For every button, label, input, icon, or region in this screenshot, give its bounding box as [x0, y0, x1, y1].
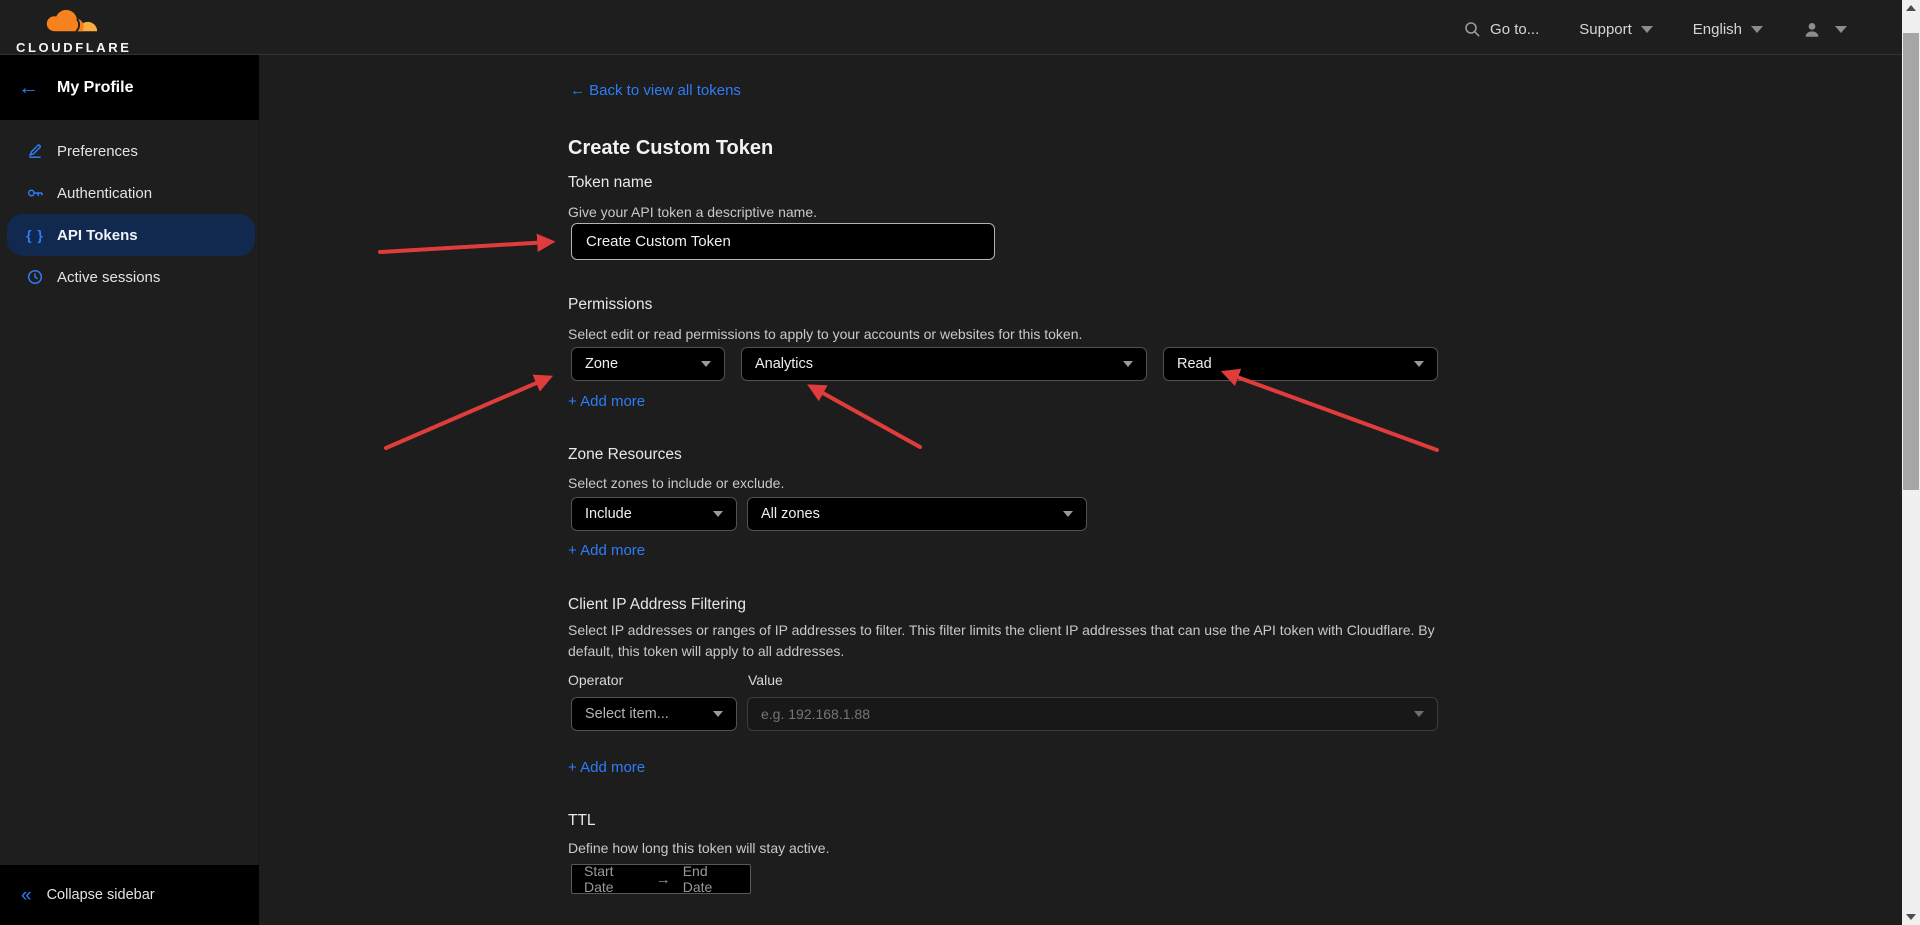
zone-resources-add-more-link[interactable]: + Add more — [568, 542, 645, 559]
zone-resources-description: Select zones to include or exclude. — [568, 473, 784, 494]
chevron-down-icon — [1414, 711, 1424, 717]
token-name-input[interactable] — [571, 223, 995, 260]
chevron-down-icon — [713, 711, 723, 717]
support-menu[interactable]: Support — [1579, 21, 1653, 38]
permission-access-select[interactable]: Read — [1163, 347, 1438, 381]
arrow-right-icon: → — [656, 871, 671, 888]
triangle-up-icon — [1906, 5, 1916, 11]
search-icon — [1464, 21, 1481, 38]
sidebar-item-preferences[interactable]: Preferences — [0, 130, 259, 172]
permission-group-select[interactable]: Analytics — [741, 347, 1147, 381]
start-date-label: Start Date — [584, 863, 644, 895]
scrollbar[interactable] — [1902, 0, 1920, 925]
ttl-description: Define how long this token will stay act… — [568, 838, 829, 859]
main-content: ← Back to view all tokens Create Custom … — [260, 56, 1902, 925]
ip-operator-select[interactable]: Select item... — [571, 697, 737, 731]
clock-icon — [26, 269, 44, 285]
cloudflare-cloud-icon — [39, 6, 103, 34]
permission-scope-select[interactable]: Zone — [571, 347, 725, 381]
sidebar-item-authentication[interactable]: Authentication — [0, 172, 259, 214]
page-title: Create Custom Token — [568, 137, 773, 160]
client-ip-description: Select IP addresses or ranges of IP addr… — [568, 620, 1443, 662]
braces-icon: { } — [26, 227, 44, 243]
back-arrow-icon: ← — [18, 77, 39, 98]
chevron-down-icon — [1063, 511, 1073, 517]
support-label: Support — [1579, 21, 1632, 38]
chevron-down-icon — [1835, 26, 1847, 33]
sidebar-back-my-profile[interactable]: ← My Profile — [0, 55, 259, 120]
cloudflare-logo[interactable]: CLOUDFLARE — [16, 6, 126, 55]
permissions-add-more-link[interactable]: + Add more — [568, 393, 645, 410]
topbar: CLOUDFLARE Go to... Support English — [0, 0, 1902, 55]
collapse-sidebar-button[interactable]: « Collapse sidebar — [0, 865, 259, 925]
key-icon — [26, 185, 44, 201]
sidebar-item-label: Preferences — [57, 143, 138, 160]
chevron-down-icon — [1641, 26, 1653, 33]
language-label: English — [1693, 21, 1742, 38]
zone-target-select[interactable]: All zones — [747, 497, 1087, 531]
scroll-down-button[interactable] — [1902, 909, 1920, 925]
chevron-down-icon — [1751, 26, 1763, 33]
sidebar-title: My Profile — [57, 79, 133, 97]
triangle-down-icon — [1906, 914, 1916, 920]
chevron-down-icon — [701, 361, 711, 367]
language-menu[interactable]: English — [1693, 21, 1763, 38]
value-label: Value — [748, 672, 783, 688]
ip-value-combobox[interactable] — [747, 697, 1438, 731]
scrollbar-thumb[interactable] — [1903, 33, 1919, 490]
collapse-icon: « — [21, 886, 32, 905]
sidebar-item-api-tokens[interactable]: { } API Tokens — [7, 214, 255, 256]
cloudflare-api-tokens-page: CLOUDFLARE Go to... Support English — [0, 0, 1920, 925]
client-ip-add-more-link[interactable]: + Add more — [568, 759, 645, 776]
scroll-up-button[interactable] — [1902, 0, 1920, 16]
back-to-tokens-link[interactable]: ← Back to view all tokens — [570, 82, 741, 99]
token-name-label: Token name — [568, 174, 652, 192]
ttl-label: TTL — [568, 812, 596, 830]
chevron-down-icon — [1123, 361, 1133, 367]
permissions-description: Select edit or read permissions to apply… — [568, 324, 1082, 345]
collapse-sidebar-label: Collapse sidebar — [47, 887, 155, 903]
operator-label: Operator — [568, 672, 623, 688]
back-arrow-icon: ← — [570, 82, 589, 99]
ttl-date-range-button[interactable]: Start Date → End Date — [571, 864, 751, 894]
sidebar-item-label: Authentication — [57, 185, 152, 202]
token-name-description: Give your API token a descriptive name. — [568, 202, 817, 223]
user-icon — [1803, 21, 1821, 39]
permissions-label: Permissions — [568, 296, 652, 314]
sidebar-item-label: API Tokens — [57, 227, 138, 244]
account-menu[interactable] — [1803, 21, 1847, 39]
chevron-down-icon — [1414, 361, 1424, 367]
sidebar-nav: Preferences Authentication { } API Token… — [0, 130, 259, 298]
sidebar-item-active-sessions[interactable]: Active sessions — [0, 256, 259, 298]
client-ip-label: Client IP Address Filtering — [568, 596, 746, 614]
sidebar: ← My Profile Preferences — [0, 55, 259, 925]
end-date-label: End Date — [683, 863, 738, 895]
cloudflare-wordmark: CLOUDFLARE — [16, 40, 126, 55]
goto-label: Go to... — [1490, 21, 1539, 38]
ip-value-input[interactable] — [761, 706, 1358, 722]
zone-resources-label: Zone Resources — [568, 446, 682, 464]
zone-include-select[interactable]: Include — [571, 497, 737, 531]
pencil-icon — [26, 143, 44, 159]
sidebar-item-label: Active sessions — [57, 269, 160, 286]
goto-search[interactable]: Go to... — [1464, 21, 1539, 38]
chevron-down-icon — [713, 511, 723, 517]
